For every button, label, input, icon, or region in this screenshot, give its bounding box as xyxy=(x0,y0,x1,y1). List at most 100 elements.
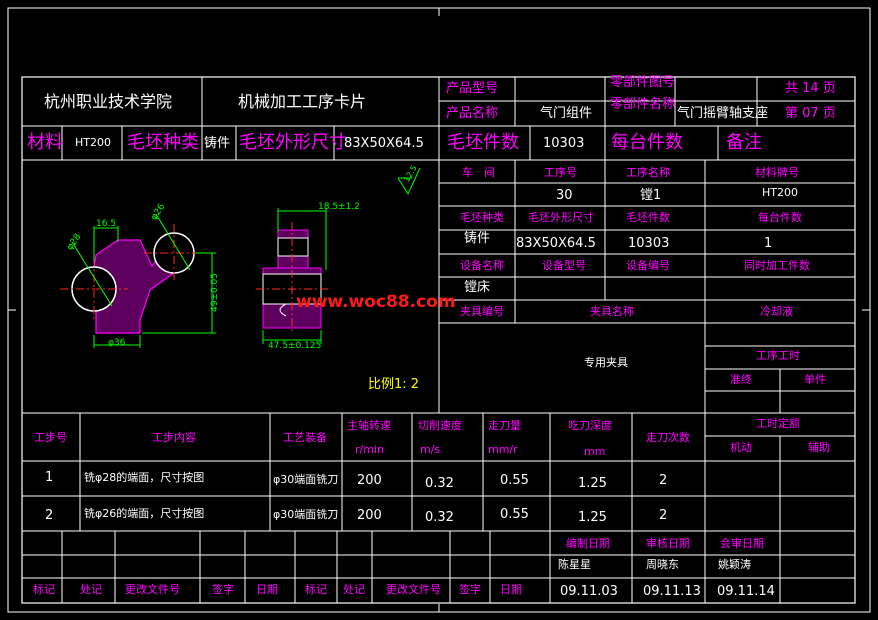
blank-count-value: 10303 xyxy=(543,136,585,151)
th-passes: 走刀次数 xyxy=(646,431,690,444)
th-machine-time: 机动 xyxy=(730,441,752,454)
row2-passes: 2 xyxy=(659,508,668,523)
fixture-name-value: 专用夹具 xyxy=(584,356,628,369)
op-no-label: 工序号 xyxy=(544,166,577,179)
row1-equip: φ30端面铣刀 xyxy=(273,473,339,486)
op-no-value: 30 xyxy=(556,188,573,203)
dim-16-5: 16.5 xyxy=(96,219,117,229)
op-time-label: 工序工时 xyxy=(756,349,800,362)
row2-no: 2 xyxy=(45,508,54,523)
approve-date-label: 会审日期 xyxy=(720,537,764,550)
remark-label: 备注 xyxy=(726,132,762,153)
th-depth-unit: mm xyxy=(584,445,606,458)
unit-time-label: 单件 xyxy=(804,373,826,386)
op-name-label: 工序名称 xyxy=(626,166,670,179)
rp-blank-type-label: 毛坯种类 xyxy=(460,211,504,224)
row1-feed: 0.55 xyxy=(500,473,529,488)
dim-47-5: 47.5±0.125 xyxy=(268,341,322,351)
compiler-name: 陈星星 xyxy=(558,558,591,571)
rp-blank-count-value: 10303 xyxy=(628,236,670,251)
mat-grade-label: 材料牌号 xyxy=(755,166,799,179)
footer-date-1: 日期 xyxy=(256,583,278,596)
footer-sign-1: 签字 xyxy=(212,583,234,596)
rp-per-unit-label: 每台件数 xyxy=(758,211,802,224)
per-unit-label: 每台件数 xyxy=(611,132,683,153)
rp-per-unit-value: 1 xyxy=(764,236,773,251)
blank-type-label: 毛坯种类 xyxy=(127,132,199,153)
th-cut-speed: 切削速度 xyxy=(418,419,462,432)
page-number: 第 07 页 xyxy=(785,106,836,121)
row2-content: 铣φ26的端面，尺寸按图 xyxy=(84,507,205,520)
row2-spindle: 200 xyxy=(357,508,382,523)
scale-label: 比例1: 2 xyxy=(368,377,420,392)
equip-name-label: 设备名称 xyxy=(460,259,504,272)
review-date-label: 审核日期 xyxy=(646,537,690,550)
th-step-content: 工步内容 xyxy=(152,431,196,444)
th-step-no: 工步号 xyxy=(34,431,67,444)
row2-depth: 1.25 xyxy=(578,510,607,525)
part-name-label: 零部件名称 xyxy=(610,97,676,112)
part-left-view xyxy=(60,213,216,348)
part-side-view xyxy=(256,208,330,344)
product-name-value: 气门组件 xyxy=(540,106,593,121)
op-name-value: 镗1 xyxy=(640,188,662,203)
watermark: www.woc88.com xyxy=(296,292,456,312)
reviewer-name: 周晓东 xyxy=(646,558,679,571)
th-feed: 走刀量 xyxy=(488,419,521,432)
material-value: HT200 xyxy=(75,136,111,149)
prep-time-label: 准终 xyxy=(730,373,752,386)
fixture-no-label: 夹具编号 xyxy=(460,305,504,318)
footer-sign-2: 签字 xyxy=(459,583,481,596)
row1-no: 1 xyxy=(45,470,54,485)
dim-18-5: 18.5±1.2 xyxy=(318,202,360,212)
material-label: 材料 xyxy=(27,132,63,153)
compile-date: 09.11.03 xyxy=(560,584,618,599)
row1-content: 铣φ28的端面，尺寸按图 xyxy=(84,471,205,484)
product-name-label: 产品名称 xyxy=(446,106,499,121)
equip-no-label: 设备编号 xyxy=(626,259,670,272)
blank-count-label: 毛坯件数 xyxy=(447,132,519,153)
row2-speed: 0.32 xyxy=(425,510,454,525)
dim-phi36: φ36 xyxy=(108,338,126,348)
dim-49: 49±0.05 xyxy=(210,272,221,313)
part-drawing-label: 零部件图号 xyxy=(610,75,676,90)
footer-mark-2: 标记 xyxy=(305,583,327,596)
footer-change-doc-2: 更改文件号 xyxy=(386,583,441,596)
rp-blank-size-label: 毛坯外形尺寸 xyxy=(528,211,594,224)
review-date: 09.11.13 xyxy=(643,584,701,599)
blank-size-label: 毛坯外形尺寸 xyxy=(239,132,347,153)
row2-feed: 0.55 xyxy=(500,507,529,522)
row2-equip: φ30端面铣刀 xyxy=(273,508,339,521)
th-spindle: 主轴转速 xyxy=(347,419,391,432)
th-spindle-unit: r/min xyxy=(355,443,384,456)
th-equipment: 工艺装备 xyxy=(283,431,327,444)
equip-name-value: 镗床 xyxy=(464,280,491,295)
part-name-value: 气门摇臂轴支座 xyxy=(677,106,769,121)
card-title: 机械加工工序卡片 xyxy=(238,92,367,111)
equip-model-label: 设备型号 xyxy=(542,259,586,272)
row1-passes: 2 xyxy=(659,473,668,488)
rp-blank-size-value: 83X50X64.5 xyxy=(516,236,596,251)
footer-count-1: 处记 xyxy=(80,583,102,596)
blank-type-value: 铸件 xyxy=(204,136,231,151)
rp-blank-type-value: 铸件 xyxy=(464,231,491,246)
fixture-name-label: 夹具名称 xyxy=(590,305,634,318)
product-model-label: 产品型号 xyxy=(446,81,499,96)
th-cut-speed-unit: m/s xyxy=(420,443,441,456)
compile-date-label: 编制日期 xyxy=(566,537,610,550)
th-depth: 吃刀深度 xyxy=(568,419,612,432)
blank-size-value: 83X50X64.5 xyxy=(344,136,424,151)
coolant-label: 冷却液 xyxy=(760,305,793,318)
footer-count-2: 处记 xyxy=(343,583,365,596)
mat-grade-value: HT200 xyxy=(762,186,798,199)
approve-date: 09.11.14 xyxy=(717,584,775,599)
footer-change-doc-1: 更改文件号 xyxy=(125,583,180,596)
total-pages: 共 14 页 xyxy=(785,81,836,96)
th-time-quota: 工时定额 xyxy=(756,417,800,430)
simul-count-label: 同时加工件数 xyxy=(744,259,810,272)
th-aux-time: 辅助 xyxy=(808,441,830,454)
row1-spindle: 200 xyxy=(357,473,382,488)
approver-name: 姚颖涛 xyxy=(718,558,751,571)
workshop-label: 车 间 xyxy=(462,166,495,179)
footer-date-2: 日期 xyxy=(500,583,522,596)
